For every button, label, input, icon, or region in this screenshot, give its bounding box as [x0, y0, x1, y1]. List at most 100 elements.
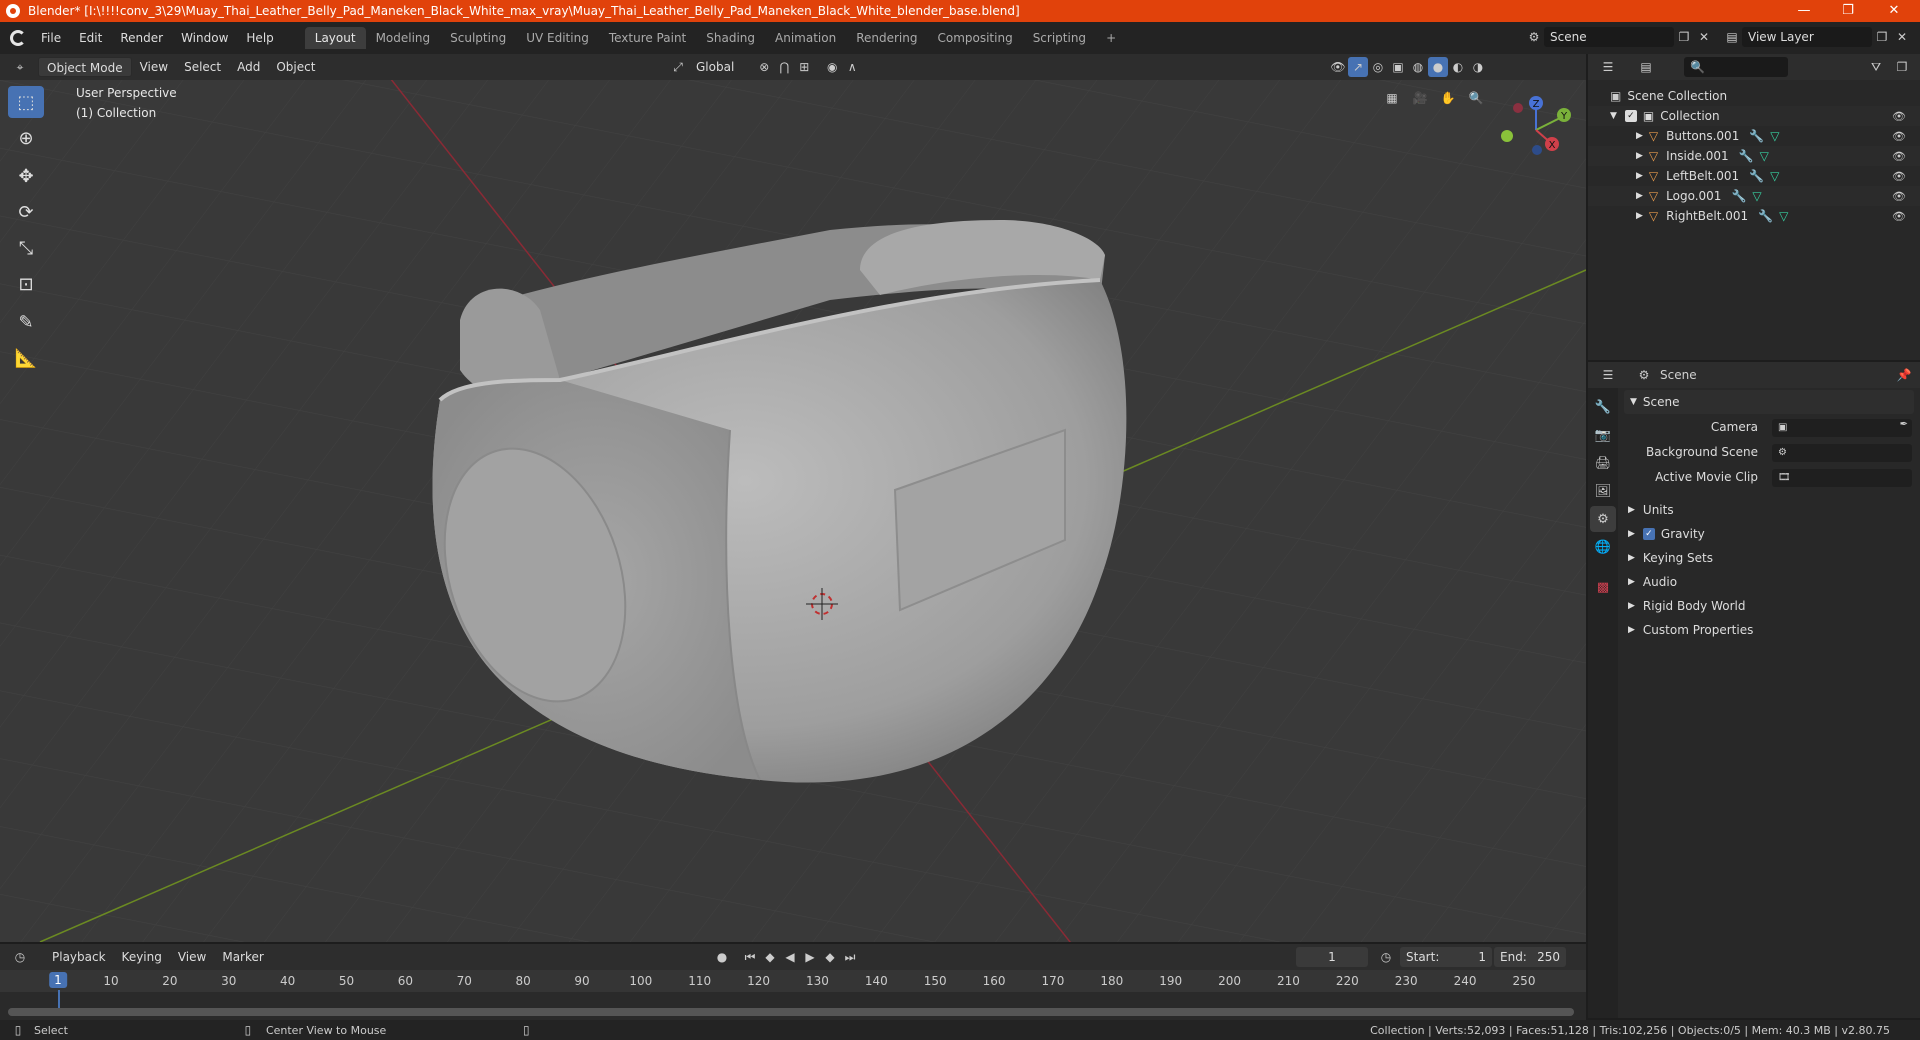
menu-add[interactable]: Add [229, 57, 268, 77]
jump-start-icon[interactable]: ⏮ [740, 947, 760, 967]
rigid-body-world-panel[interactable]: ▶ Rigid Body World [1624, 594, 1914, 618]
overlay-toggle-icon[interactable]: ◎ [1368, 57, 1388, 77]
prev-keyframe-icon[interactable]: ◆ [760, 947, 780, 967]
expand-object-icon[interactable]: ▶ [1636, 171, 1643, 181]
tab-texture-paint[interactable]: Texture Paint [599, 27, 696, 49]
move-tool-icon[interactable]: ✥ [8, 160, 44, 192]
current-frame-field[interactable]: 1 [1296, 947, 1368, 967]
outliner-search-input[interactable]: 🔍 [1684, 57, 1788, 77]
jump-end-icon[interactable]: ⏭ [840, 947, 860, 967]
outliner-collection[interactable]: ▼ ✓ ▣ Collection 👁 [1588, 106, 1920, 126]
outliner-object-row[interactable]: ▶ ▽ RightBelt.001 🔧 ▽ 👁 [1588, 206, 1920, 226]
add-workspace-button[interactable]: + [1096, 27, 1126, 49]
gravity-checkbox[interactable]: ✓ [1642, 528, 1655, 540]
visibility-icon[interactable]: 👁 [1328, 57, 1348, 77]
current-frame-marker[interactable]: 1 [49, 972, 67, 988]
end-frame-field[interactable]: End: 250 [1494, 947, 1566, 967]
wireframe-shading-icon[interactable]: ◍ [1408, 57, 1428, 77]
timeline-editor-type-icon[interactable]: ◷ [10, 947, 30, 967]
object-visibility-icon[interactable]: 👁 [1892, 190, 1906, 203]
texture-tab-icon[interactable]: ▩ [1590, 574, 1616, 600]
zoom-icon[interactable]: 🔍 [1466, 88, 1486, 108]
world-tab-icon[interactable]: 🌐 [1590, 534, 1616, 560]
close-button[interactable]: ✕ [1874, 0, 1914, 22]
rotate-tool-icon[interactable]: ⟳ [8, 196, 44, 228]
editor-type-icon[interactable]: ⌖ [10, 57, 30, 77]
expand-object-icon[interactable]: ▶ [1636, 191, 1643, 201]
eyedropper-icon[interactable]: ✒ [1900, 419, 1908, 430]
object-visibility-icon[interactable]: 👁 [1892, 130, 1906, 143]
new-collection-icon[interactable]: ❐ [1892, 57, 1912, 77]
proportional-edit-icon[interactable]: ◉ [822, 57, 842, 77]
tab-rendering[interactable]: Rendering [846, 27, 927, 49]
remove-view-layer-icon[interactable]: ✕ [1892, 27, 1912, 47]
menu-select[interactable]: Select [176, 57, 229, 77]
outliner-object-row[interactable]: ▶ ▽ Inside.001 🔧 ▽ 👁 [1588, 146, 1920, 166]
pan-hand-icon[interactable]: ✋ [1438, 88, 1458, 108]
custom-properties-panel[interactable]: ▶ Custom Properties [1624, 618, 1914, 642]
menu-render[interactable]: Render [111, 31, 172, 45]
tab-animation[interactable]: Animation [765, 27, 846, 49]
view-layer-selector[interactable]: View Layer [1742, 27, 1872, 47]
keying-sets-panel[interactable]: ▶ Keying Sets [1624, 546, 1914, 570]
tab-shading[interactable]: Shading [696, 27, 765, 49]
mode-dropdown[interactable]: Object Mode [38, 57, 132, 77]
blender-menu-icon[interactable] [10, 30, 26, 46]
orientation-dropdown[interactable]: Global [688, 57, 742, 77]
tab-scripting[interactable]: Scripting [1023, 27, 1096, 49]
pin-icon[interactable]: 📌 [1894, 365, 1914, 385]
outliner-object-row[interactable]: ▶ ▽ Logo.001 🔧 ▽ 👁 [1588, 186, 1920, 206]
3d-viewport[interactable]: Z Y X User Perspective (1) Collection ▦ … [0, 80, 1586, 942]
snap-target-icon[interactable]: ⊞ [794, 57, 814, 77]
new-scene-icon[interactable]: ❐ [1674, 27, 1694, 47]
play-reverse-icon[interactable]: ◀ [780, 947, 800, 967]
background-scene-field[interactable]: ⚙ [1772, 444, 1912, 462]
menu-object[interactable]: Object [268, 57, 323, 77]
maximize-button[interactable]: ❐ [1828, 0, 1868, 22]
solid-shading-icon[interactable]: ● [1428, 57, 1448, 77]
menu-edit[interactable]: Edit [70, 31, 111, 45]
measure-tool-icon[interactable]: 📐 [8, 342, 44, 374]
outliner-object-row[interactable]: ▶ ▽ LeftBelt.001 🔧 ▽ 👁 [1588, 166, 1920, 186]
remove-scene-icon[interactable]: ✕ [1694, 27, 1714, 47]
expand-object-icon[interactable]: ▶ [1636, 151, 1643, 161]
camera-field[interactable]: ▣ ✒ [1772, 419, 1912, 437]
tab-compositing[interactable]: Compositing [927, 27, 1022, 49]
belly-pad-model[interactable] [414, 220, 1127, 783]
properties-editor-type-icon[interactable]: ☰ [1598, 365, 1618, 385]
tab-modeling[interactable]: Modeling [366, 27, 441, 49]
outliner-editor-type-icon[interactable]: ☰ [1598, 57, 1618, 77]
menu-window[interactable]: Window [172, 31, 237, 45]
filter-icon[interactable]: ⛛ [1866, 57, 1886, 77]
next-keyframe-icon[interactable]: ◆ [820, 947, 840, 967]
select-box-tool-icon[interactable]: ⬚ [8, 86, 44, 118]
start-frame-field[interactable]: Start: 1 [1400, 947, 1492, 967]
tab-uv-editing[interactable]: UV Editing [516, 27, 599, 49]
scale-tool-icon[interactable]: ⤡ [8, 232, 44, 264]
object-visibility-icon[interactable]: 👁 [1892, 150, 1906, 163]
xray-icon[interactable]: ▣ [1388, 57, 1408, 77]
collection-visibility-icon[interactable]: 👁 [1892, 110, 1906, 123]
collection-checkbox[interactable]: ✓ [1624, 110, 1637, 122]
scene-section-header[interactable]: ▼ Scene [1624, 390, 1914, 414]
preview-range-icon[interactable]: ◷ [1376, 947, 1396, 967]
expand-object-icon[interactable]: ▶ [1636, 131, 1643, 141]
menu-view[interactable]: View [132, 57, 176, 77]
transform-tool-icon[interactable]: ⊡ [8, 268, 44, 300]
outliner-scene-collection[interactable]: ▣ Scene Collection [1588, 86, 1920, 106]
audio-panel[interactable]: ▶ Audio [1624, 570, 1914, 594]
tab-sculpting[interactable]: Sculpting [440, 27, 516, 49]
new-view-layer-icon[interactable]: ❐ [1872, 27, 1892, 47]
tab-layout[interactable]: Layout [304, 27, 366, 49]
falloff-icon[interactable]: ∧ [842, 57, 862, 77]
frame-ruler[interactable]: 1 10 20 30 40 50 60 70 80 90 100 110 120 130 140 150 160… [0, 970, 1586, 1012]
ortho-toggle-icon[interactable]: ▦ [1382, 88, 1402, 108]
display-mode-icon[interactable]: ▤ [1636, 57, 1656, 77]
annotate-tool-icon[interactable]: ✎ [8, 306, 44, 338]
expand-object-icon[interactable]: ▶ [1636, 211, 1643, 221]
menu-keying[interactable]: Keying [114, 947, 170, 967]
record-icon[interactable]: ● [712, 947, 732, 967]
gizmo-toggle-icon[interactable]: ↗ [1348, 57, 1368, 77]
menu-help[interactable]: Help [237, 31, 282, 45]
object-visibility-icon[interactable]: 👁 [1892, 170, 1906, 183]
